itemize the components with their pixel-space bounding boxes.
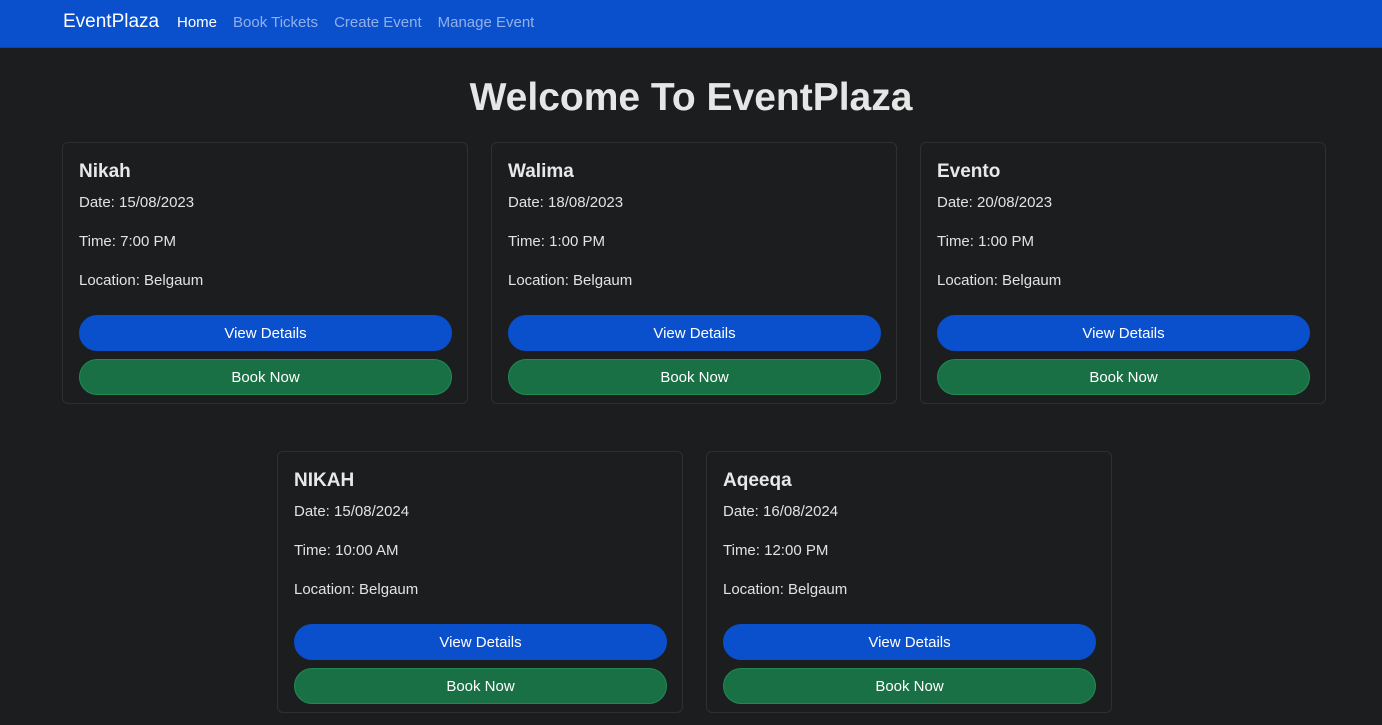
view-details-button[interactable]: View Details xyxy=(508,315,881,351)
date-value: 15/08/2023 xyxy=(119,194,195,211)
event-time: Time: 7:00 PM xyxy=(79,233,176,250)
view-details-button[interactable]: View Details xyxy=(723,624,1096,660)
top-navbar: EventPlaza Home Book Tickets Create Even… xyxy=(0,0,1382,48)
event-title: Aqeeqa xyxy=(723,470,792,491)
view-details-button[interactable]: View Details xyxy=(937,315,1310,351)
date-value: 18/08/2023 xyxy=(548,194,624,211)
location-label: Location: xyxy=(508,272,574,289)
event-card: Nikah Date: 15/08/2023 Time: 7:00 PM Loc… xyxy=(62,142,468,404)
event-card: Evento Date: 20/08/2023 Time: 1:00 PM Lo… xyxy=(920,142,1326,404)
date-value: 15/08/2024 xyxy=(334,503,410,520)
time-label: Time: xyxy=(79,233,121,250)
time-value: 10:00 AM xyxy=(335,542,399,559)
event-location: Location: Belgaum xyxy=(508,272,632,289)
date-value: 20/08/2023 xyxy=(977,194,1053,211)
book-now-button[interactable]: Book Now xyxy=(723,668,1096,704)
page-title: Welcome To EventPlaza xyxy=(469,76,913,119)
nav-link-create-event[interactable]: Create Event xyxy=(334,14,422,31)
date-label: Date: xyxy=(937,194,978,211)
event-title: Nikah xyxy=(79,161,131,182)
location-value: Belgaum xyxy=(144,272,204,289)
event-date: Date: 15/08/2023 xyxy=(79,194,194,211)
event-date: Date: 20/08/2023 xyxy=(937,194,1052,211)
time-value: 1:00 PM xyxy=(978,233,1034,250)
event-time: Time: 1:00 PM xyxy=(937,233,1034,250)
brand-link[interactable]: EventPlaza xyxy=(63,11,159,33)
view-details-button[interactable]: View Details xyxy=(294,624,667,660)
nav-link-book-tickets[interactable]: Book Tickets xyxy=(233,14,318,31)
nav-link-manage-event[interactable]: Manage Event xyxy=(438,14,535,31)
event-time: Time: 12:00 PM xyxy=(723,542,828,559)
nav-links: Home Book Tickets Create Event Manage Ev… xyxy=(177,14,550,31)
time-value: 7:00 PM xyxy=(120,233,176,250)
event-date: Date: 18/08/2023 xyxy=(508,194,623,211)
book-now-button[interactable]: Book Now xyxy=(937,359,1310,395)
date-label: Date: xyxy=(508,194,549,211)
event-location: Location: Belgaum xyxy=(79,272,203,289)
location-value: Belgaum xyxy=(788,581,848,598)
location-value: Belgaum xyxy=(359,581,419,598)
date-label: Date: xyxy=(723,503,764,520)
event-title: Evento xyxy=(937,161,1001,182)
nav-link-home[interactable]: Home xyxy=(177,14,217,31)
event-time: Time: 1:00 PM xyxy=(508,233,605,250)
book-now-button[interactable]: Book Now xyxy=(79,359,452,395)
time-label: Time: xyxy=(508,233,550,250)
time-label: Time: xyxy=(723,542,765,559)
time-label: Time: xyxy=(294,542,336,559)
time-value: 12:00 PM xyxy=(764,542,829,559)
date-value: 16/08/2024 xyxy=(763,503,839,520)
time-value: 1:00 PM xyxy=(549,233,605,250)
location-label: Location: xyxy=(723,581,789,598)
event-time: Time: 10:00 AM xyxy=(294,542,399,559)
location-value: Belgaum xyxy=(573,272,633,289)
book-now-button[interactable]: Book Now xyxy=(508,359,881,395)
time-label: Time: xyxy=(937,233,979,250)
date-label: Date: xyxy=(79,194,120,211)
event-card: NIKAH Date: 15/08/2024 Time: 10:00 AM Lo… xyxy=(277,451,683,713)
location-label: Location: xyxy=(937,272,1003,289)
event-title: Walima xyxy=(508,161,574,182)
event-location: Location: Belgaum xyxy=(723,581,847,598)
location-value: Belgaum xyxy=(1002,272,1062,289)
location-label: Location: xyxy=(79,272,145,289)
event-card: Aqeeqa Date: 16/08/2024 Time: 12:00 PM L… xyxy=(706,451,1112,713)
event-date: Date: 15/08/2024 xyxy=(294,503,409,520)
event-card: Walima Date: 18/08/2023 Time: 1:00 PM Lo… xyxy=(491,142,897,404)
event-location: Location: Belgaum xyxy=(937,272,1061,289)
location-label: Location: xyxy=(294,581,360,598)
date-label: Date: xyxy=(294,503,335,520)
book-now-button[interactable]: Book Now xyxy=(294,668,667,704)
view-details-button[interactable]: View Details xyxy=(79,315,452,351)
event-date: Date: 16/08/2024 xyxy=(723,503,838,520)
event-title: NIKAH xyxy=(294,470,355,491)
event-location: Location: Belgaum xyxy=(294,581,418,598)
